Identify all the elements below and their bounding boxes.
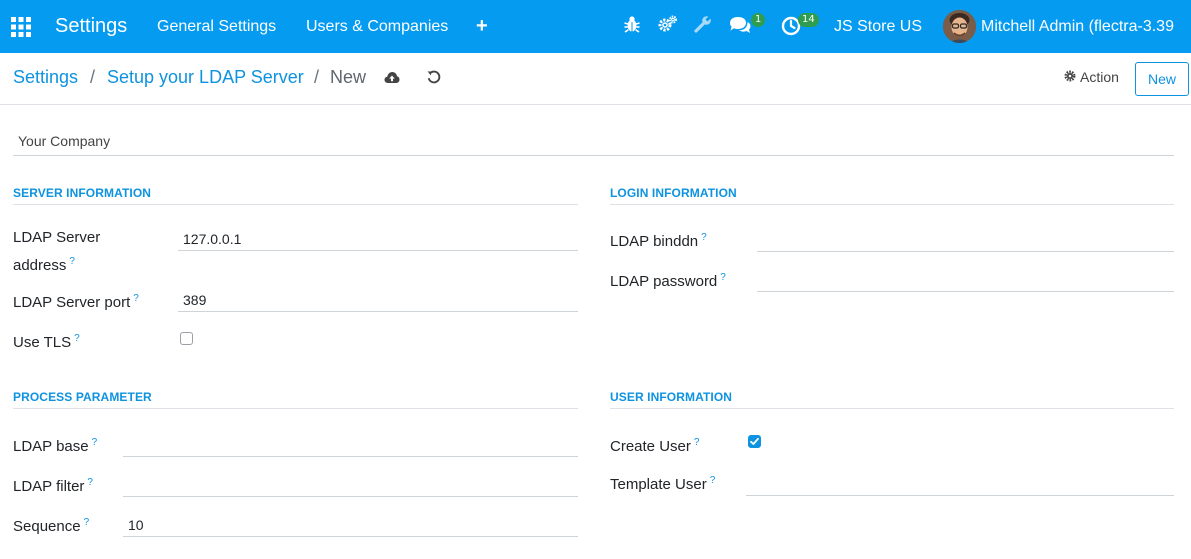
gear-icon bbox=[1064, 69, 1076, 85]
chat-icon[interactable] bbox=[729, 16, 751, 39]
activities-count-badge: 14 bbox=[798, 13, 819, 27]
help-tooltip-icon[interactable]: ? bbox=[87, 477, 93, 488]
help-tooltip-icon[interactable]: ? bbox=[69, 256, 75, 267]
create-user-label: Create User? bbox=[610, 431, 699, 459]
ldap-password-input[interactable] bbox=[757, 270, 1174, 292]
company-switcher[interactable]: JS Store US bbox=[834, 0, 922, 53]
ldap-binddn-label: LDAP binddn? bbox=[610, 226, 707, 254]
label-text: LDAP Server port bbox=[13, 294, 131, 311]
help-tooltip-icon[interactable]: ? bbox=[720, 272, 726, 283]
user-menu[interactable]: Mitchell Admin (flectra-3.39 bbox=[981, 0, 1174, 53]
label-text: Create User bbox=[610, 438, 691, 455]
action-button[interactable]: Action bbox=[1064, 69, 1119, 85]
use-tls-checkbox[interactable] bbox=[180, 332, 193, 345]
ldap-server-address-label-cont: address? bbox=[13, 250, 75, 278]
help-tooltip-icon[interactable]: ? bbox=[694, 437, 700, 448]
cloud-upload-icon[interactable] bbox=[384, 71, 400, 89]
breadcrumb-settings[interactable]: Settings bbox=[13, 67, 78, 88]
ldap-server-port-label: LDAP Server port? bbox=[13, 287, 139, 315]
template-user-label: Template User? bbox=[610, 469, 715, 497]
help-tooltip-icon[interactable]: ? bbox=[710, 475, 716, 486]
menu-general-settings[interactable]: General Settings bbox=[157, 0, 276, 53]
section-title-login-information: LOGIN INFORMATION bbox=[610, 186, 1174, 205]
ldap-binddn-input[interactable] bbox=[757, 230, 1174, 252]
section-title-user-information: USER INFORMATION bbox=[610, 390, 1174, 409]
discard-icon[interactable] bbox=[427, 70, 441, 89]
label-text: Use TLS bbox=[13, 334, 72, 351]
help-tooltip-icon[interactable]: ? bbox=[74, 333, 80, 344]
ldap-server-address-input[interactable]: 127.0.0.1 bbox=[178, 229, 578, 251]
sequence-label: Sequence? bbox=[13, 511, 89, 539]
apps-icon[interactable] bbox=[11, 0, 31, 53]
ldap-base-label: LDAP base? bbox=[13, 431, 97, 459]
breadcrumb-current: New bbox=[330, 67, 367, 87]
create-user-checkbox[interactable] bbox=[748, 435, 761, 448]
help-tooltip-icon[interactable]: ? bbox=[84, 517, 90, 528]
breadcrumb-separator: / bbox=[314, 67, 320, 87]
app-title[interactable]: Settings bbox=[55, 0, 127, 53]
sequence-input[interactable]: 10 bbox=[123, 515, 578, 537]
ldap-server-address-label: LDAP Server bbox=[13, 226, 100, 250]
label-text: LDAP filter bbox=[13, 478, 85, 495]
help-tooltip-icon[interactable]: ? bbox=[701, 232, 707, 243]
top-navbar: Settings General Settings Users & Compan… bbox=[0, 0, 1191, 53]
help-tooltip-icon[interactable]: ? bbox=[133, 293, 139, 304]
template-user-input[interactable] bbox=[746, 474, 1174, 496]
gears-icon[interactable] bbox=[658, 15, 678, 38]
breadcrumb-separator: / bbox=[90, 67, 96, 87]
action-label: Action bbox=[1080, 69, 1119, 85]
label-text: LDAP binddn bbox=[610, 233, 699, 250]
wrench-icon[interactable] bbox=[694, 13, 714, 38]
use-tls-label: Use TLS? bbox=[13, 327, 80, 355]
company-field[interactable]: Your Company bbox=[13, 127, 1174, 156]
breadcrumb-ldap-setup[interactable]: Setup your LDAP Server bbox=[107, 67, 304, 88]
ldap-base-input[interactable] bbox=[123, 435, 578, 457]
label-text: LDAP base bbox=[13, 438, 89, 455]
user-avatar[interactable] bbox=[943, 10, 976, 43]
bug-icon[interactable] bbox=[624, 15, 640, 38]
section-title-server-information: SERVER INFORMATION bbox=[13, 186, 578, 205]
label-line: LDAP Server bbox=[13, 229, 101, 246]
messages-count-badge: 1 bbox=[751, 13, 766, 27]
section-title-process-parameter: PROCESS PARAMETER bbox=[13, 390, 578, 409]
help-tooltip-icon[interactable]: ? bbox=[92, 437, 98, 448]
add-menu-button[interactable]: + bbox=[476, 0, 488, 53]
ldap-filter-input[interactable] bbox=[123, 475, 578, 497]
ldap-filter-label: LDAP filter? bbox=[13, 471, 93, 499]
label-text: Sequence bbox=[13, 518, 81, 535]
ldap-server-port-input[interactable]: 389 bbox=[178, 290, 578, 312]
new-button[interactable]: New bbox=[1135, 62, 1189, 96]
control-panel: Settings / Setup your LDAP Server / New … bbox=[0, 53, 1191, 105]
label-text: LDAP password bbox=[610, 273, 718, 290]
ldap-password-label: LDAP password? bbox=[610, 266, 726, 294]
label-line: address bbox=[13, 257, 67, 274]
label-text: Template User bbox=[610, 476, 707, 493]
menu-users-companies[interactable]: Users & Companies bbox=[306, 0, 448, 53]
